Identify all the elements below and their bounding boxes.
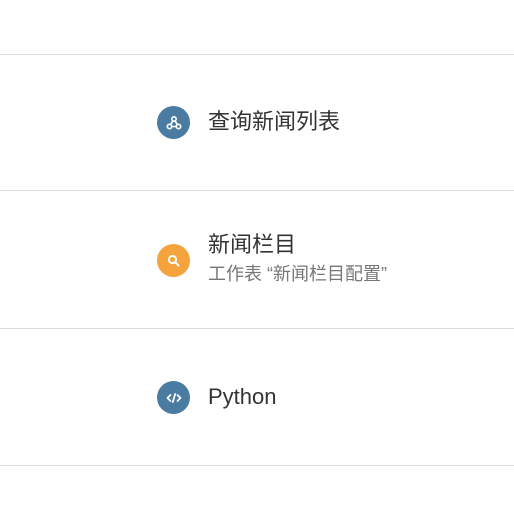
step-query-news-list[interactable]: 查询新闻列表 (0, 55, 514, 190)
workflow-step-list: 查询新闻列表 新闻栏目 工作表 “新闻栏目配置” Python (0, 0, 514, 532)
step-title: Python (208, 384, 277, 409)
code-icon (157, 381, 190, 414)
search-icon (157, 244, 190, 277)
step-text: 查询新闻列表 (208, 108, 340, 136)
divider (0, 465, 514, 466)
step-title: 新闻栏目 (208, 232, 297, 257)
step-text: 新闻栏目 工作表 “新闻栏目配置” (208, 231, 387, 285)
step-text: Python (208, 383, 277, 411)
step-title: 查询新闻列表 (208, 109, 341, 134)
step-python[interactable]: Python (0, 329, 514, 465)
webhook-icon (157, 106, 190, 139)
step-subtitle: 工作表 “新闻栏目配置” (208, 264, 387, 284)
step-news-column[interactable]: 新闻栏目 工作表 “新闻栏目配置” (0, 191, 514, 328)
